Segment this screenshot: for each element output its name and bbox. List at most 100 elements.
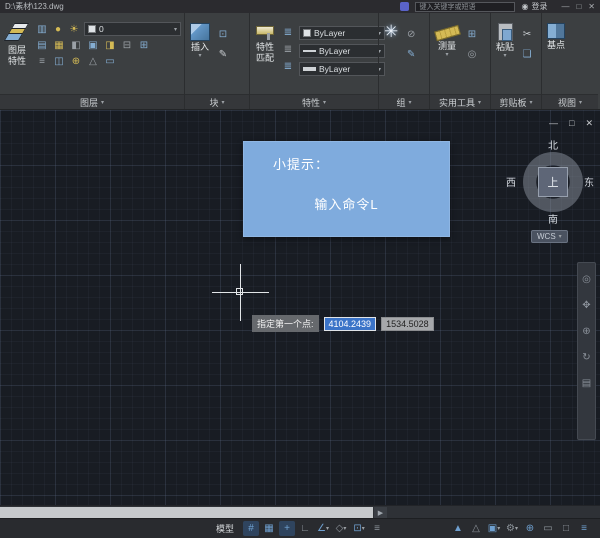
status-right-tools: ▲△▣▾⚙▾⊕▭□≡ — [450, 521, 592, 536]
ortho-mode-icon[interactable]: ∟ — [297, 521, 313, 536]
restore-icon[interactable]: □ — [576, 2, 581, 11]
viewcube-south[interactable]: 南 — [548, 211, 558, 226]
edit-block-icon[interactable]: ✎ — [216, 48, 230, 61]
search-input[interactable]: 键入关键字或短语 — [415, 2, 515, 12]
horizontal-scrollbar[interactable]: ▶ — [0, 505, 600, 518]
linetype-dropdown[interactable]: ByLayer ▾ — [299, 44, 385, 58]
zoom-extents-icon[interactable]: ⊕ — [580, 325, 594, 338]
group-button[interactable]: ✳ — [382, 16, 400, 41]
copy-clip-icon[interactable]: ❏ — [520, 48, 534, 61]
hint-body: 输入命令L — [258, 194, 435, 213]
layers-panel-footer[interactable]: 图层 ▾ — [0, 94, 184, 109]
paste-button[interactable]: 粘贴 ▾ — [494, 16, 516, 60]
lineweight-dropdown[interactable]: ByLayer ▾ — [299, 62, 385, 76]
lineweight-value: ByLayer — [319, 64, 350, 74]
restore-icon[interactable]: □ — [569, 118, 574, 129]
layer-off-icon[interactable]: ▣ — [86, 39, 100, 52]
base-point-icon — [547, 23, 565, 39]
make-current-icon[interactable]: ◨ — [103, 39, 117, 52]
clipboard-panel-footer[interactable]: 剪贴板 ▾ — [491, 94, 541, 109]
dynamic-input-icon[interactable]: + — [279, 521, 295, 536]
grid-icon[interactable]: # — [243, 521, 259, 536]
isometric-drafting-icon[interactable]: ◇▾ — [333, 521, 349, 536]
minimize-icon[interactable]: — — [549, 118, 558, 129]
viewcube-north[interactable]: 北 — [548, 137, 558, 152]
match-properties-button[interactable]: 特性 匹配 — [253, 16, 277, 64]
scroll-right-icon[interactable]: ▶ — [374, 507, 387, 518]
drawing-canvas[interactable]: — □ ✕ 小提示： 输入命令L 上 北 南 西 东 WCS ▾ 指定第一个点:… — [0, 110, 600, 518]
group-edit-icon[interactable]: ✎ — [404, 48, 418, 61]
block-panel-footer[interactable]: 块 ▾ — [185, 94, 249, 109]
panel-footer-label: 图层 — [80, 96, 98, 109]
clean-screen-icon[interactable]: □ — [558, 521, 574, 536]
model-tab[interactable]: 模型 — [216, 522, 234, 535]
pan-icon[interactable]: ✥ — [580, 299, 594, 312]
group-panel-footer[interactable]: 组 ▾ — [379, 94, 429, 109]
unsaved-layer-state-icon[interactable]: ▥ — [35, 23, 49, 36]
layer-lock-icon[interactable]: ▭ — [103, 55, 117, 68]
x-coordinate-field[interactable]: 4104.2439 — [324, 317, 377, 331]
wcs-dropdown[interactable]: WCS ▾ — [531, 230, 568, 243]
layer-previous-icon[interactable]: ⊞ — [137, 39, 151, 52]
lineweight-list-icon[interactable]: ≣ — [281, 60, 295, 73]
panel-footer-label: 剪贴板 — [499, 96, 526, 109]
chevron-down-icon: ▾ — [409, 99, 412, 106]
linetype-list-icon[interactable]: ≣ — [281, 43, 295, 56]
close-icon[interactable]: ✕ — [588, 2, 595, 11]
wcs-label: WCS — [537, 232, 556, 241]
layer-match-icon[interactable]: ⊟ — [120, 39, 134, 52]
chevron-down-icon: ▾ — [530, 99, 533, 106]
layer-delete-icon[interactable]: △ — [86, 55, 100, 68]
scrollbar-thumb[interactable] — [0, 507, 373, 518]
id-point-icon[interactable]: ◎ — [465, 48, 479, 61]
lineweight-icon[interactable]: ≡ — [369, 521, 385, 536]
layer-isolate-icon[interactable]: ▤ — [35, 39, 49, 52]
show-motion-icon[interactable]: ▤ — [580, 377, 594, 390]
status-toggles: #▦+∟∠▾◇▾⊡▾≡ — [243, 521, 385, 536]
utilities-panel-footer[interactable]: 实用工具 ▾ — [430, 94, 490, 109]
layer-select-dropdown[interactable]: 0 ▾ — [84, 22, 181, 36]
snap-mode-icon[interactable]: ▦ — [261, 521, 277, 536]
annotation-monitor-icon[interactable]: ⊕ — [522, 521, 538, 536]
y-coordinate-field[interactable]: 1534.5028 — [381, 317, 434, 331]
color-list-icon[interactable]: ≣ — [281, 26, 295, 39]
ribbon-panel-clipboard: 粘贴 ▾ ✂ ❏ 剪贴板 ▾ — [491, 13, 541, 109]
base-point-button[interactable]: 基点 — [545, 16, 567, 50]
layer-merge-icon[interactable]: ⊕ — [69, 55, 83, 68]
viewcube-top-face[interactable]: 上 — [538, 167, 568, 197]
layer-vpfreeze-icon[interactable]: ◫ — [52, 55, 66, 68]
layer-walk-icon[interactable]: ≡ — [35, 55, 49, 68]
layer-freeze-icon[interactable]: ☀ — [67, 23, 81, 36]
quick-calc-icon[interactable]: ⊞ — [465, 28, 479, 41]
polar-tracking-icon[interactable]: ∠▾ — [315, 521, 331, 536]
layer-tools-row: ▤▦◧▣◨⊟⊞ — [35, 39, 181, 52]
properties-panel-footer[interactable]: 特性 ▾ — [250, 94, 378, 109]
create-block-icon[interactable]: ⊡ — [216, 28, 230, 41]
steering-wheel-icon[interactable]: ◎ — [580, 273, 594, 286]
viewcube-west[interactable]: 西 — [506, 174, 516, 189]
cut-icon[interactable]: ✂ — [520, 28, 534, 41]
sign-in-button[interactable]: ◉ 登录 — [521, 1, 547, 12]
layer-on-icon[interactable]: ● — [51, 23, 65, 36]
minimize-icon[interactable]: — — [561, 2, 569, 11]
annotation-scale-icon[interactable]: ▣▾ — [486, 521, 502, 536]
layer-properties-button[interactable]: 图层 特性 — [3, 16, 31, 67]
quick-properties-icon[interactable]: ▭ — [540, 521, 556, 536]
object-color-dropdown[interactable]: ByLayer ▾ — [299, 26, 385, 40]
a360-icon[interactable] — [400, 2, 409, 11]
annotation-visibility-icon[interactable]: ▲ — [450, 521, 466, 536]
viewcube-east[interactable]: 东 — [584, 174, 594, 189]
orbit-icon[interactable]: ↻ — [580, 351, 594, 364]
customize-icon[interactable]: ≡ — [576, 521, 592, 536]
workspace-switching-icon[interactable]: ⚙▾ — [504, 521, 520, 536]
chevron-down-icon: ▾ — [478, 99, 481, 106]
insert-block-button[interactable]: 插入 ▾ — [188, 16, 212, 60]
ungroup-icon[interactable]: ⊘ — [404, 28, 418, 41]
object-snap-icon[interactable]: ⊡▾ — [351, 521, 367, 536]
autoscale-icon[interactable]: △ — [468, 521, 484, 536]
measure-button[interactable]: 测量 ▾ — [433, 16, 461, 59]
view-panel-footer[interactable]: 视图 ▾ — [542, 94, 598, 109]
close-icon[interactable]: ✕ — [585, 118, 593, 129]
layer-freeze-tool-icon[interactable]: ◧ — [69, 39, 83, 52]
layer-unisolate-icon[interactable]: ▦ — [52, 39, 66, 52]
